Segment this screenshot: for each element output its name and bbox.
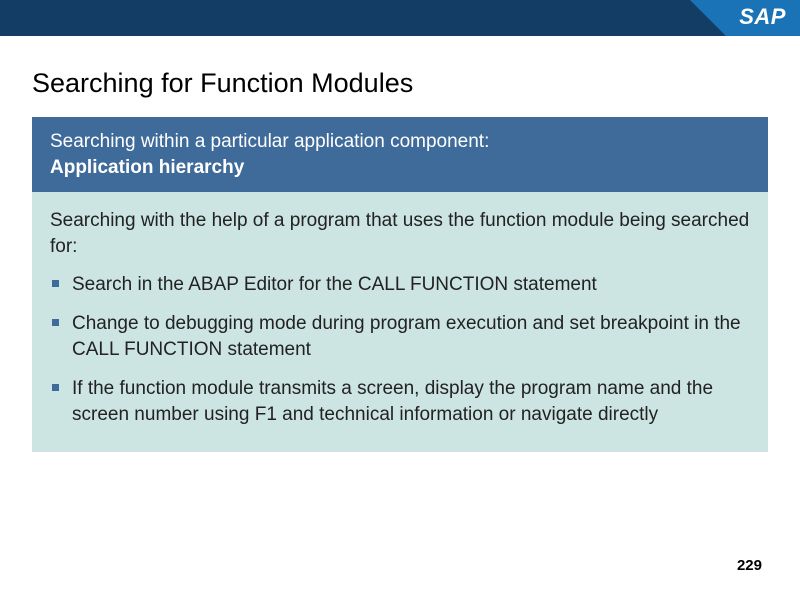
page-number: 229 (737, 557, 762, 574)
logo-text: SAP (739, 4, 786, 30)
list-item: Change to debugging mode during program … (52, 311, 750, 362)
panel-lead: Searching with the help of a program tha… (50, 208, 750, 259)
slide-content: Searching within a particular applicatio… (0, 117, 800, 452)
list-item: If the function module transmits a scree… (52, 376, 750, 427)
panel-header-line1: Searching within a particular applicatio… (50, 129, 750, 155)
slide-title: Searching for Function Modules (0, 50, 800, 117)
spacer (0, 36, 800, 50)
brand-logo: SAP (690, 0, 800, 36)
panel-body: Searching with the help of a program tha… (32, 192, 768, 451)
top-bar: SAP (0, 0, 800, 36)
bullet-list: Search in the ABAP Editor for the CALL F… (50, 272, 750, 428)
panel-header: Searching within a particular applicatio… (32, 117, 768, 192)
panel-header-line2: Application hierarchy (50, 155, 750, 181)
list-item: Search in the ABAP Editor for the CALL F… (52, 272, 750, 298)
